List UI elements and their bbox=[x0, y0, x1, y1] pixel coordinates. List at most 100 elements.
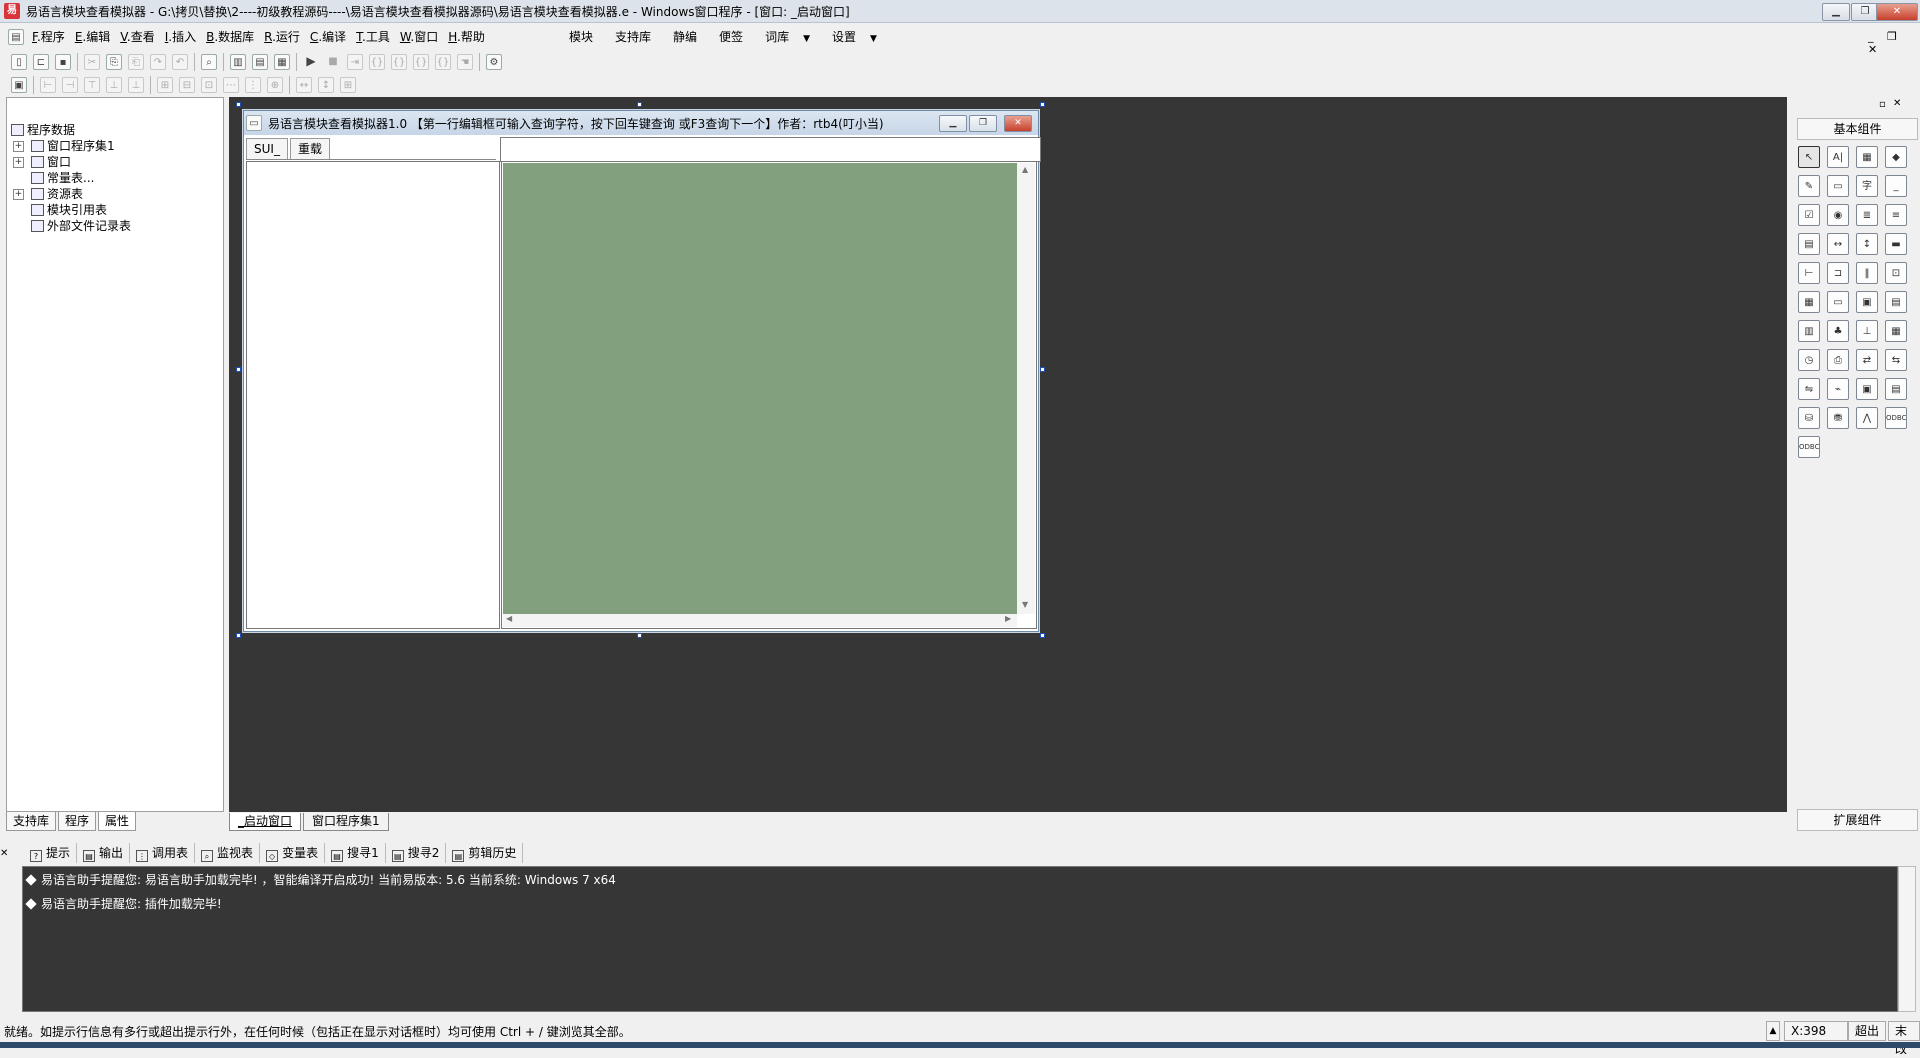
status-bar-icon[interactable]: ⊥ bbox=[1856, 320, 1878, 342]
component-icon[interactable]: ▣ bbox=[11, 77, 27, 93]
left-tab-1[interactable]: 程序 bbox=[58, 811, 97, 831]
layout-1-icon[interactable]: ▥ bbox=[230, 54, 246, 70]
output-close-icon[interactable]: ✕ bbox=[0, 848, 8, 859]
scroll-down-icon[interactable]: ▼ bbox=[1022, 600, 1028, 609]
left-tab-0[interactable]: 支持库 bbox=[6, 811, 57, 831]
save-icon[interactable]: ▪ bbox=[55, 54, 71, 70]
center-v-icon[interactable]: ↕ bbox=[318, 77, 334, 93]
shape-icon[interactable]: ◆ bbox=[1885, 146, 1907, 168]
tree-expander-icon[interactable]: + bbox=[13, 157, 24, 168]
output-panel[interactable]: 易语言助手提醒您: 易语言助手加载完毕! ，智能编译开启成功! 当前易版本: 5… bbox=[22, 866, 1898, 1012]
menu-item-v[interactable]: V.查看 bbox=[115, 26, 160, 48]
find-icon[interactable]: ⌕ bbox=[201, 54, 217, 70]
timer-icon[interactable]: ◷ bbox=[1798, 349, 1820, 371]
output-tab-6[interactable]: ▤ 搜寻2 bbox=[386, 843, 447, 863]
tree-item[interactable]: 常量表... bbox=[31, 170, 94, 186]
tree-root[interactable]: 程序数据 bbox=[11, 122, 75, 138]
hand-icon[interactable]: ☚ bbox=[457, 54, 473, 70]
component-panel-close-icon[interactable]: ✕ bbox=[1893, 98, 1901, 109]
tree-item[interactable]: 窗口程序集1 bbox=[31, 138, 115, 154]
divider-icon[interactable]: ‖ bbox=[1856, 262, 1878, 284]
mdi-window-controls[interactable]: _ ❐ ✕ bbox=[1868, 30, 1920, 56]
menu-app-icon[interactable]: ▤ bbox=[8, 29, 24, 45]
step-2-icon[interactable]: {} bbox=[369, 54, 385, 70]
resize-handle-e[interactable] bbox=[1040, 367, 1045, 372]
form-tab-0[interactable]: SUI_ bbox=[246, 138, 288, 159]
output-tab-5[interactable]: ▤ 搜寻1 bbox=[325, 843, 386, 863]
space-h-icon[interactable]: ⋯ bbox=[223, 77, 239, 93]
form-minimize-button[interactable]: ▁ bbox=[939, 115, 967, 132]
align-top-icon[interactable]: ⊤ bbox=[84, 77, 100, 93]
step-4-icon[interactable]: {} bbox=[413, 54, 429, 70]
database-icon[interactable]: ⛃ bbox=[1827, 407, 1849, 429]
output-tab-2[interactable]: ⋮ 调用表 bbox=[130, 843, 196, 863]
menu-right-2[interactable]: 静编 bbox=[662, 26, 708, 48]
combobox-icon[interactable]: ≡ bbox=[1885, 204, 1907, 226]
content-view[interactable]: ▲ ▼ ◀ ▶ bbox=[501, 161, 1037, 629]
redo-icon[interactable]: ↷ bbox=[150, 54, 166, 70]
chart-icon[interactable]: ⋀ bbox=[1856, 407, 1878, 429]
output-scrollbar[interactable] bbox=[1898, 866, 1916, 1012]
picture-icon[interactable]: ▦ bbox=[1856, 146, 1878, 168]
tree-item[interactable]: 窗口 bbox=[31, 154, 71, 170]
menu-right-4[interactable]: 词库 ▼ bbox=[754, 26, 821, 48]
center-icon[interactable]: ⊕ bbox=[267, 77, 283, 93]
horizontal-scrollbar[interactable]: ◀ ▶ bbox=[503, 614, 1017, 627]
component-pin-icon[interactable]: ▫ bbox=[1879, 99, 1886, 110]
menu-right-5[interactable]: 设置 ▼ bbox=[821, 26, 888, 48]
output-tab-1[interactable]: ▤ 输出 bbox=[77, 843, 131, 863]
tree-item[interactable]: 外部文件记录表 bbox=[31, 218, 131, 234]
serial-port-icon[interactable]: ⌁ bbox=[1827, 378, 1849, 400]
chevron-down-icon[interactable]: ▼ bbox=[870, 34, 877, 44]
menu-item-h[interactable]: H.帮助 bbox=[443, 26, 490, 48]
resize-handle-nw[interactable] bbox=[236, 102, 241, 107]
left-tab-2[interactable]: 属性 bbox=[98, 811, 137, 831]
close-button[interactable]: ✕ bbox=[1876, 3, 1918, 21]
grid-icon[interactable]: ⊞ bbox=[340, 77, 356, 93]
tree-item[interactable]: 模块引用表 bbox=[31, 202, 107, 218]
client-icon[interactable]: ⇋ bbox=[1798, 378, 1820, 400]
menu-item-t[interactable]: T.工具 bbox=[351, 26, 395, 48]
text-icon[interactable]: 字 bbox=[1856, 175, 1878, 197]
group-box-icon[interactable]: ▭ bbox=[1827, 175, 1849, 197]
space-v-icon[interactable]: ⋮ bbox=[245, 77, 261, 93]
resize-handle-n[interactable] bbox=[637, 102, 642, 107]
basic-components-header[interactable]: 基本组件 bbox=[1797, 118, 1918, 140]
align-left-icon[interactable]: ⊢ bbox=[40, 77, 56, 93]
output-tab-4[interactable]: ◇ 变量表 bbox=[260, 843, 326, 863]
hscrollbar-icon[interactable]: ↔ bbox=[1827, 233, 1849, 255]
menu-right-0[interactable]: 模块 bbox=[558, 26, 604, 48]
table-icon[interactable]: ▤ bbox=[1798, 233, 1820, 255]
scroll-left-icon[interactable]: ◀ bbox=[506, 614, 512, 623]
layout-3-icon[interactable]: ▦ bbox=[274, 54, 290, 70]
menu-item-f[interactable]: F.程序 bbox=[27, 26, 70, 48]
step-5-icon[interactable]: {} bbox=[435, 54, 451, 70]
plugin-icon[interactable]: ⚙ bbox=[486, 54, 502, 70]
tab-icon[interactable]: ⊐ bbox=[1827, 262, 1849, 284]
resize-handle-s[interactable] bbox=[637, 633, 642, 638]
align-center-icon[interactable]: ⊣ bbox=[62, 77, 78, 93]
form-maximize-button[interactable]: ❐ bbox=[969, 115, 997, 132]
label-icon[interactable]: A| bbox=[1827, 146, 1849, 168]
menu-item-b[interactable]: B.数据库 bbox=[201, 26, 259, 48]
network-icon[interactable]: ⇄ bbox=[1856, 349, 1878, 371]
step-1-icon[interactable]: ⇥ bbox=[347, 54, 363, 70]
align-bottom-icon[interactable]: ⊥ bbox=[128, 77, 144, 93]
layout-2-icon[interactable]: ▤ bbox=[252, 54, 268, 70]
slider-icon[interactable]: ⊢ bbox=[1798, 262, 1820, 284]
grid-icon[interactable]: ▦ bbox=[1885, 320, 1907, 342]
output-tab-7[interactable]: ▤ 剪辑历史 bbox=[446, 843, 524, 863]
form-icon[interactable]: ▣ bbox=[1856, 378, 1878, 400]
menu-item-w[interactable]: W.窗口 bbox=[395, 26, 443, 48]
scroll-up-icon[interactable]: ▲ bbox=[1022, 165, 1028, 174]
menu-item-r[interactable]: R.运行 bbox=[259, 26, 305, 48]
same-size-icon[interactable]: ⊡ bbox=[201, 77, 217, 93]
folder-icon[interactable]: ▣ bbox=[1856, 291, 1878, 313]
content-area[interactable] bbox=[503, 163, 1017, 614]
menu-item-i[interactable]: I.插入 bbox=[160, 26, 201, 48]
radio-icon[interactable]: ◉ bbox=[1827, 204, 1849, 226]
image-box-icon[interactable]: ⊡ bbox=[1885, 262, 1907, 284]
open-file-icon[interactable]: ⊏ bbox=[33, 54, 49, 70]
tree-expander-icon[interactable]: + bbox=[13, 141, 24, 152]
undo-icon[interactable]: ↶ bbox=[172, 54, 188, 70]
